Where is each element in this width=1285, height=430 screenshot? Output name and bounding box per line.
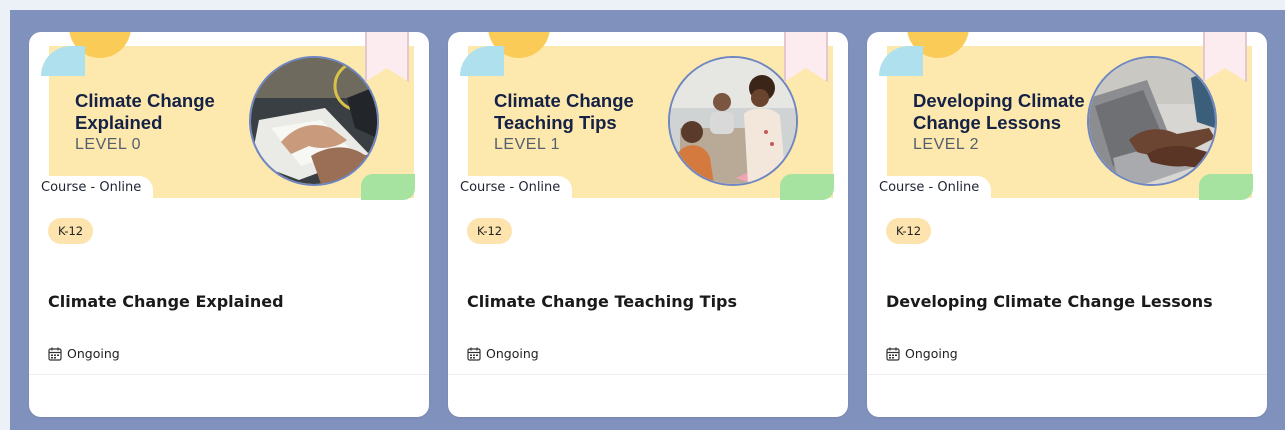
status-label: Ongoing [67, 346, 120, 361]
grade-badge: K-12 [886, 218, 932, 244]
banner-level: LEVEL 0 [75, 136, 142, 153]
calendar-icon [886, 347, 900, 361]
course-status: Ongoing [886, 346, 958, 361]
course-photo [668, 56, 798, 186]
decor-blue-shape [41, 46, 85, 76]
course-status: Ongoing [48, 346, 120, 361]
course-card[interactable]: Developing Climate Change Lessons LEVEL … [867, 32, 1267, 417]
decor-green-shape [361, 174, 415, 200]
status-label: Ongoing [486, 346, 539, 361]
card-divider [29, 374, 429, 375]
course-photo [1087, 56, 1217, 186]
banner-level: LEVEL 1 [494, 136, 561, 153]
status-label: Ongoing [905, 346, 958, 361]
course-photo [249, 56, 379, 186]
banner-title: Developing Climate Change Lessons [913, 90, 1085, 133]
course-type-label: Course - Online [29, 176, 154, 198]
banner-title: Climate Change Explained [75, 90, 215, 133]
course-type-label: Course - Online [867, 176, 992, 198]
course-title[interactable]: Developing Climate Change Lessons [886, 292, 1256, 311]
banner-level: LEVEL 2 [913, 136, 980, 153]
decor-blue-shape [460, 46, 504, 76]
card-divider [448, 374, 848, 375]
grade-badge: K-12 [467, 218, 513, 244]
course-status: Ongoing [467, 346, 539, 361]
card-divider [867, 374, 1267, 375]
decor-blue-shape [879, 46, 923, 76]
decor-green-shape [780, 174, 834, 200]
course-card[interactable]: Climate Change Explained LEVEL 0 Course … [29, 32, 429, 417]
decor-green-shape [1199, 174, 1253, 200]
calendar-icon [48, 347, 62, 361]
grade-badge: K-12 [48, 218, 94, 244]
calendar-icon [467, 347, 481, 361]
course-title[interactable]: Climate Change Explained [48, 292, 418, 311]
course-card[interactable]: Climate Change Teaching Tips LEVEL 1 Cou… [448, 32, 848, 417]
banner-title: Climate Change Teaching Tips [494, 90, 634, 133]
course-title[interactable]: Climate Change Teaching Tips [467, 292, 837, 311]
course-type-label: Course - Online [448, 176, 573, 198]
course-grid: Climate Change Explained LEVEL 0 Course … [10, 10, 1285, 430]
